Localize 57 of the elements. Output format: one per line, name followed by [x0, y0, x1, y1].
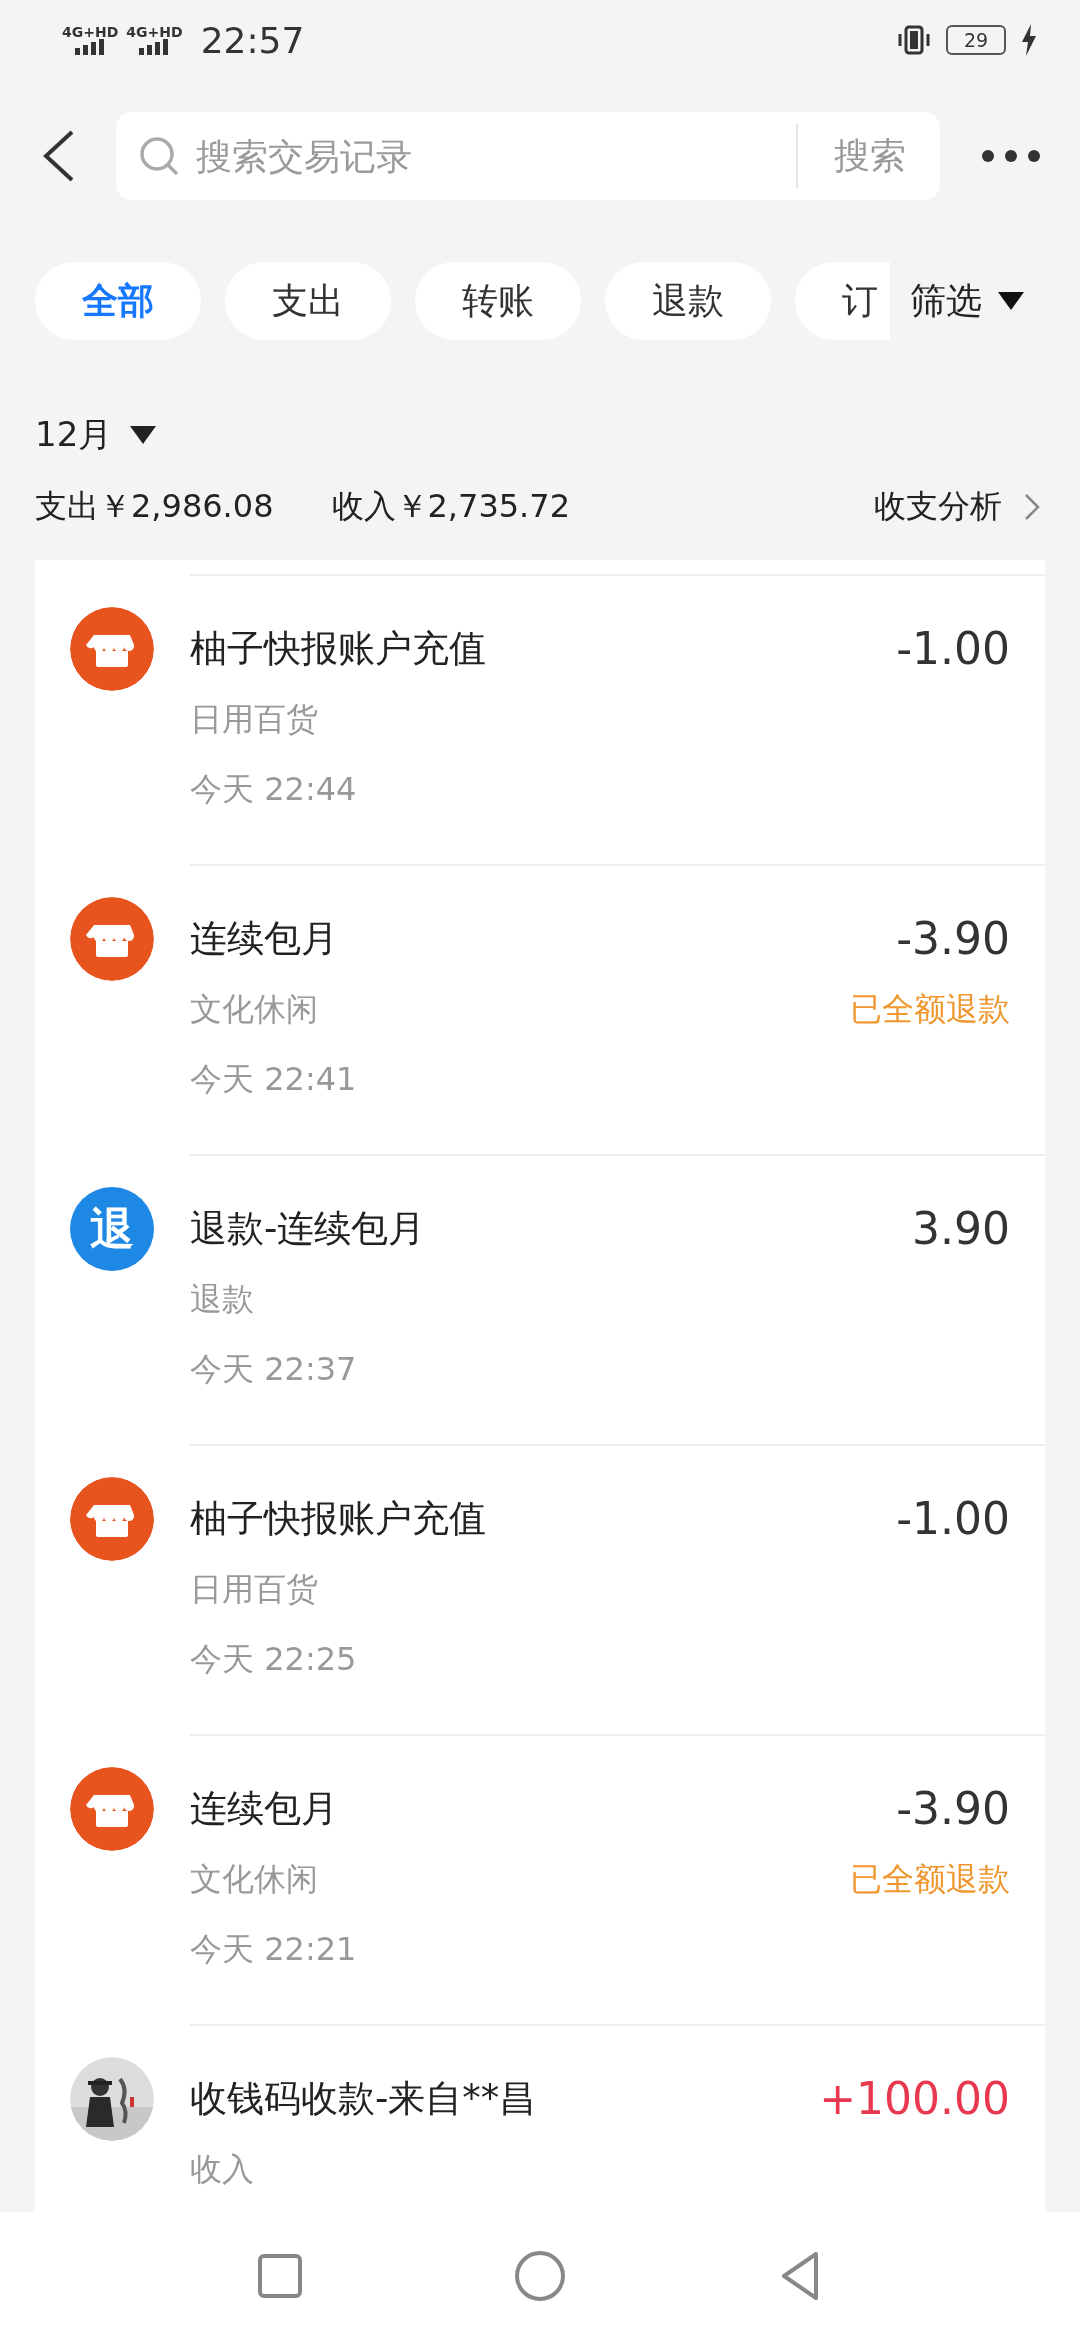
transaction-row[interactable]: 连续包月 文化休闲 今天 22:41 -3.90 已全额退款	[190, 864, 1045, 1154]
vibrate-icon	[896, 25, 932, 55]
transaction-category: 文化休闲	[190, 1859, 319, 1900]
refund-status: 已全额退款	[850, 989, 1010, 1030]
transaction-category: 文化休闲	[190, 989, 319, 1030]
chevron-icon	[1024, 493, 1040, 521]
search-icon	[138, 135, 180, 177]
filter-chip[interactable]: 转账	[415, 262, 581, 340]
network-label: 4G+HD	[126, 25, 183, 39]
transaction-time: 今天 22:44	[190, 769, 358, 810]
transaction-time: 今天 22:25	[190, 1639, 358, 1680]
month-selector[interactable]: 12月	[35, 412, 113, 458]
transaction-time: 今天 22:37	[190, 1349, 358, 1390]
transaction-row[interactable]: 连续包月 文化休闲 今天 22:21 -3.90 已全额退款	[190, 1734, 1045, 2024]
transaction-row[interactable]: 退款-连续包月 退款 今天 22:37 3.90	[190, 1154, 1045, 1444]
battery-level: 29	[946, 25, 1006, 55]
income-total: 收入￥2,735.72	[331, 486, 570, 527]
transaction-row[interactable]: 柚子快报账户充值 日用百货 今天 22:44 -1.00	[190, 574, 1045, 864]
refund-status: 已全额退款	[850, 1859, 1010, 1900]
filter-button[interactable]: 筛选	[890, 276, 1024, 326]
transaction-amount: +100.00	[819, 2076, 1010, 2122]
transaction-amount: 3.90	[912, 1206, 1010, 1252]
transaction-amount: -3.90	[896, 1786, 1010, 1832]
dropdown-icon	[998, 292, 1024, 310]
transaction-title: 柚子快报账户充值	[190, 626, 487, 672]
transaction-category: 日用百货	[190, 699, 319, 740]
network-label: 4G+HD	[62, 25, 119, 39]
filter-chip[interactable]: 退款	[605, 262, 771, 340]
transaction-title: 连续包月	[190, 916, 339, 962]
charging-icon	[1020, 24, 1038, 56]
transaction-amount: -1.00	[896, 626, 1010, 672]
transaction-title: 收钱码收款-来自**昌	[190, 2076, 538, 2122]
transaction-title: 连续包月	[190, 1786, 339, 1832]
store-icon	[70, 1477, 154, 1561]
home-icon[interactable]	[512, 2248, 568, 2304]
dropdown-icon[interactable]	[130, 426, 157, 444]
filter-chip[interactable]: 全部	[35, 262, 201, 340]
transaction-time: 今天 22:21	[190, 1929, 358, 1970]
expense-total: 支出￥2,986.08	[35, 486, 274, 527]
transaction-category: 收入	[190, 2149, 255, 2190]
transaction-category: 日用百货	[190, 1569, 319, 1610]
transaction-title: 柚子快报账户充值	[190, 1496, 487, 1542]
transaction-amount: -1.00	[896, 1496, 1010, 1542]
transaction-category: 退款	[190, 1279, 255, 1320]
transaction-time: 今天 22:41	[190, 1059, 358, 1100]
analysis-link[interactable]: 收支分析	[874, 485, 1002, 529]
filter-chip[interactable]: 支出	[225, 262, 391, 340]
transaction-title: 退款-连续包月	[190, 1206, 427, 1252]
filter-chip[interactable]: 订	[795, 262, 890, 340]
transaction-row[interactable]: 柚子快报账户充值 日用百货 今天 22:25 -1.00	[190, 1444, 1045, 1734]
store-icon	[70, 897, 154, 981]
refund-icon: 退	[70, 1187, 154, 1271]
more-icon[interactable]	[980, 148, 1042, 164]
transaction-amount: -3.90	[896, 916, 1010, 962]
clock: 22:57	[200, 19, 305, 61]
store-icon	[70, 1767, 154, 1851]
store-icon	[70, 607, 154, 691]
